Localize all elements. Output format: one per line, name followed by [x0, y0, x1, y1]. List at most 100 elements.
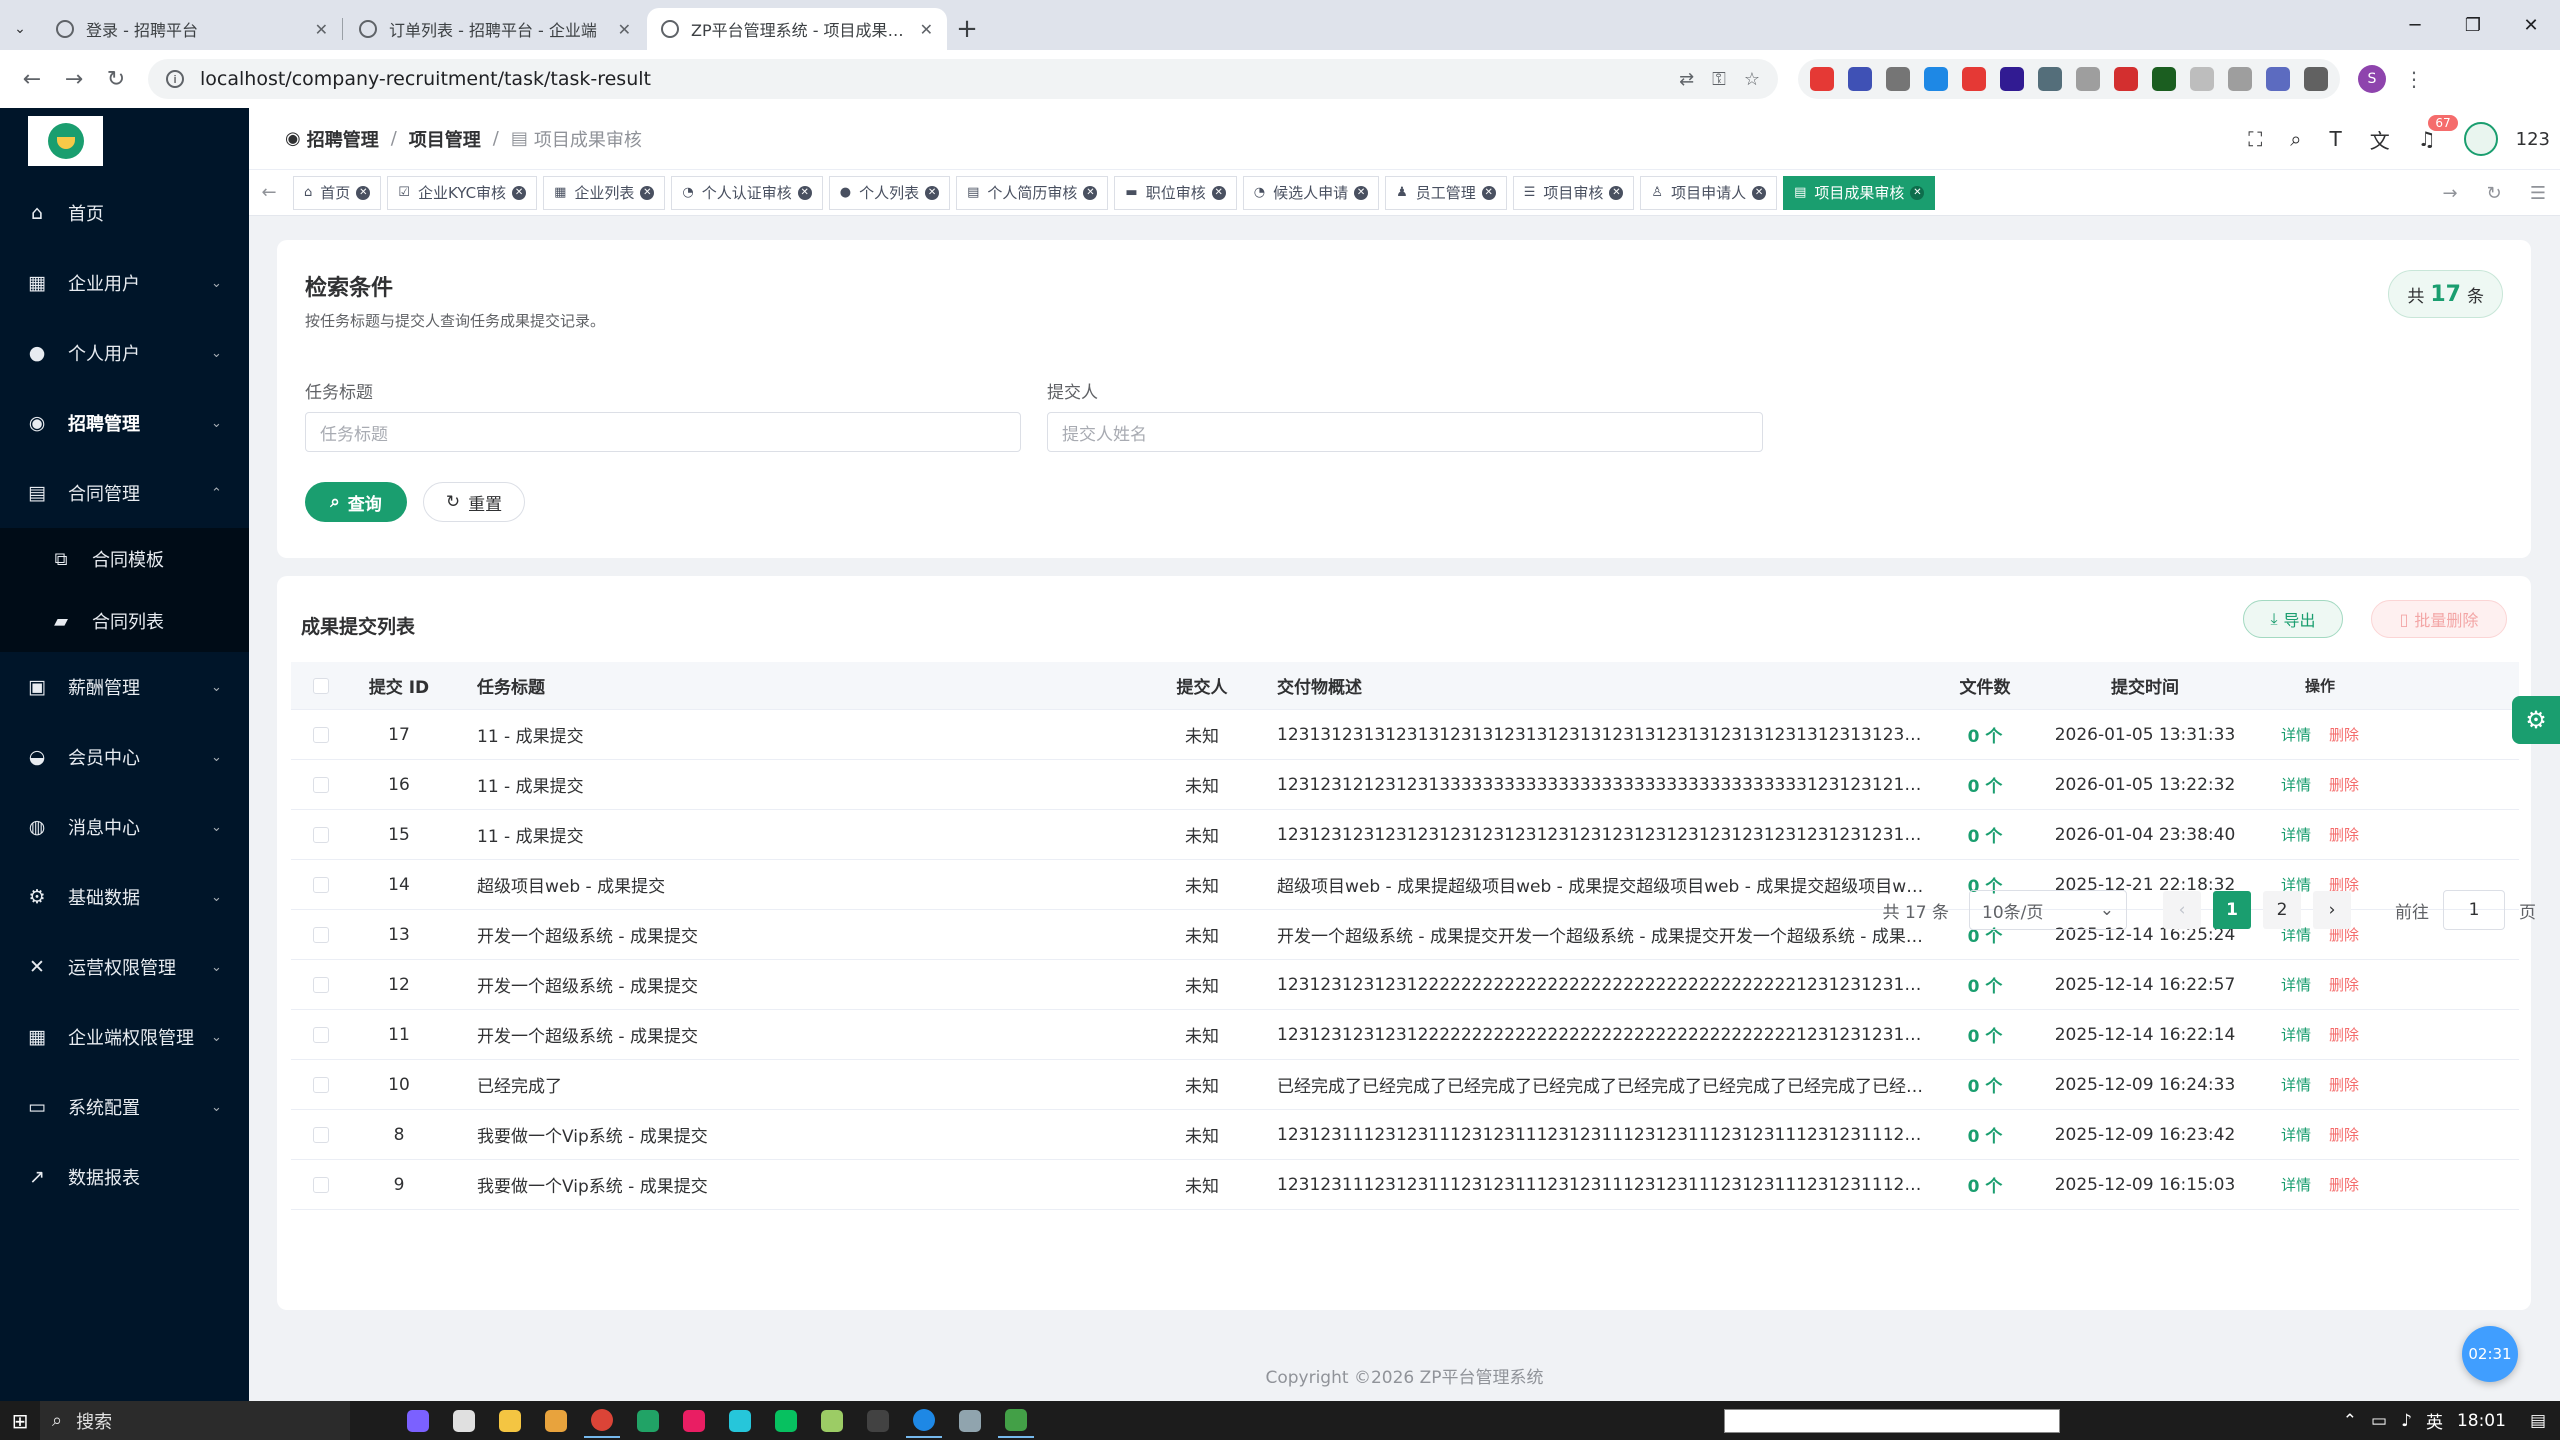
sidebar-item-3[interactable]: ⚙ 基础数据 ⌄: [0, 862, 249, 932]
delete-link[interactable]: 删除: [2329, 726, 2359, 744]
delete-link[interactable]: 删除: [2329, 976, 2359, 994]
detail-link[interactable]: 详情: [2281, 976, 2311, 994]
sidebar-item-6[interactable]: ▭ 系统配置 ⌄: [0, 1072, 249, 1142]
tag-1[interactable]: ☑ 企业KYC审核 ✕: [387, 175, 538, 210]
query-button[interactable]: ⌕ 查询: [305, 482, 407, 522]
camera-icon[interactable]: [2228, 67, 2252, 91]
submenu-item-1[interactable]: ▰ 合同列表: [0, 590, 249, 652]
extension-icon[interactable]: [2152, 67, 2176, 91]
extension-icon[interactable]: [2266, 67, 2290, 91]
translate-icon[interactable]: ⇄: [1679, 69, 1694, 90]
sidebar-item-5[interactable]: ▦ 企业端权限管理 ⌄: [0, 1002, 249, 1072]
page-button[interactable]: 2: [2263, 891, 2301, 929]
row-checkbox[interactable]: [313, 976, 329, 993]
taskbar-app-icon[interactable]: [630, 1403, 666, 1438]
close-icon[interactable]: ✕: [1354, 185, 1369, 200]
row-checkbox[interactable]: [313, 1126, 329, 1143]
close-icon[interactable]: ✕: [797, 185, 812, 200]
breadcrumb-item[interactable]: 项目管理: [409, 126, 481, 152]
close-icon[interactable]: ✕: [1211, 185, 1226, 200]
detail-link[interactable]: 详情: [2281, 1026, 2311, 1044]
file-explorer-icon[interactable]: [492, 1403, 528, 1438]
delete-link[interactable]: 删除: [2329, 1076, 2359, 1094]
sidebar-item-2[interactable]: ◍ 消息中心 ⌄: [0, 792, 249, 862]
taskbar-input-box[interactable]: [1724, 1409, 2060, 1433]
timer-fab[interactable]: 02:31: [2462, 1326, 2518, 1382]
extension-icon[interactable]: [2190, 67, 2214, 91]
row-checkbox[interactable]: [313, 926, 329, 943]
detail-link[interactable]: 详情: [2281, 1076, 2311, 1094]
settings-fab[interactable]: ⚙: [2512, 696, 2560, 744]
extension-icon[interactable]: [1810, 67, 1834, 91]
page-size-select[interactable]: 10条/页 ⌄: [1969, 890, 2127, 930]
taskbar-app-icon[interactable]: [676, 1403, 712, 1438]
close-icon[interactable]: ✕: [1910, 185, 1925, 200]
profile-avatar[interactable]: S: [2358, 65, 2386, 93]
taskbar-app-icon[interactable]: [446, 1403, 482, 1438]
puzzle-icon[interactable]: [2304, 67, 2328, 91]
close-icon[interactable]: ✕: [1609, 185, 1624, 200]
taskbar-search[interactable]: ⌕ 搜索: [40, 1401, 350, 1440]
minimize-icon[interactable]: ─: [2386, 0, 2444, 50]
detail-link[interactable]: 详情: [2281, 726, 2311, 744]
back-icon[interactable]: ←: [14, 61, 50, 97]
close-icon[interactable]: ✕: [920, 20, 933, 39]
tag-0[interactable]: ⌂ 首页 ✕: [293, 175, 382, 210]
taskbar-clock[interactable]: 18:01: [2457, 1411, 2506, 1431]
detail-link[interactable]: 详情: [2281, 1176, 2311, 1194]
browser-tab-orders[interactable]: 订单列表 - 招聘平台 - 企业端 ✕: [345, 8, 645, 50]
taskbar-app-icon[interactable]: [722, 1403, 758, 1438]
fullscreen-icon[interactable]: ⛶: [2248, 127, 2262, 151]
user-avatar[interactable]: [2463, 122, 2498, 156]
tag-11[interactable]: ▤ 项目成果审核 ✕: [1783, 175, 1936, 210]
page-button[interactable]: 1: [2213, 891, 2251, 929]
ime-indicator[interactable]: 英: [2426, 1408, 2443, 1433]
sidebar-item-0[interactable]: ▣ 薪酬管理 ⌄: [0, 652, 249, 722]
scroll-left-icon[interactable]: ←: [255, 182, 283, 203]
row-checkbox[interactable]: [313, 726, 329, 743]
close-icon[interactable]: ✕: [356, 185, 371, 200]
close-icon[interactable]: ✕: [1481, 185, 1496, 200]
close-icon[interactable]: ✕: [315, 20, 328, 39]
bell-icon[interactable]: ♫ 67: [2418, 115, 2458, 151]
extension-icon[interactable]: [1962, 67, 1986, 91]
close-icon[interactable]: ✕: [1752, 185, 1767, 200]
star-icon[interactable]: ☆: [1744, 69, 1760, 90]
delete-link[interactable]: 删除: [2329, 1176, 2359, 1194]
wechat-icon[interactable]: [768, 1403, 804, 1438]
close-icon[interactable]: ✕: [1083, 185, 1098, 200]
tab-search-button[interactable]: ⌄: [0, 8, 40, 50]
key-icon[interactable]: ⚿: [1712, 69, 1726, 90]
scroll-right-icon[interactable]: →: [2428, 183, 2472, 204]
taskbar-app-icon[interactable]: [538, 1403, 574, 1438]
windows-start-icon[interactable]: ⊞: [0, 1401, 40, 1440]
browser-tab-active[interactable]: ZP平台管理系统 - 项目成果审核 ✕: [647, 8, 947, 50]
username[interactable]: 123: [2516, 129, 2550, 150]
extension-icon[interactable]: [1848, 67, 1872, 91]
sidebar-item-4[interactable]: ▤ 合同管理 ⌃: [0, 458, 249, 528]
submenu-item-0[interactable]: ⧉ 合同模板: [0, 528, 249, 590]
taskbar-app-icon[interactable]: [814, 1403, 850, 1438]
taskbar-app-icon[interactable]: [998, 1403, 1034, 1438]
taskbar-app-icon[interactable]: [906, 1403, 942, 1438]
bulk-delete-button[interactable]: ▯ 批量删除: [2371, 600, 2507, 638]
row-checkbox[interactable]: [313, 1176, 329, 1193]
taskbar-app-icon[interactable]: [400, 1403, 436, 1438]
row-checkbox[interactable]: [313, 1076, 329, 1093]
tag-5[interactable]: ▤ 个人简历审核 ✕: [956, 175, 1109, 210]
sidebar-item-0[interactable]: ⌂ 首页: [0, 178, 249, 248]
reset-button[interactable]: ↻ 重置: [423, 482, 525, 522]
taskbar-app-icon[interactable]: [952, 1403, 988, 1438]
select-all-checkbox[interactable]: [313, 677, 329, 694]
browser-tab-login[interactable]: 登录 - 招聘平台 ✕: [42, 8, 342, 50]
sidebar-item-7[interactable]: ↗ 数据报表: [0, 1142, 249, 1212]
more-icon[interactable]: ⋮: [2404, 67, 2424, 91]
row-checkbox[interactable]: [313, 776, 329, 793]
pdf-extension-icon[interactable]: [2114, 67, 2138, 91]
extension-icon[interactable]: [1886, 67, 1910, 91]
forward-icon[interactable]: →: [56, 61, 92, 97]
detail-link[interactable]: 详情: [2281, 1126, 2311, 1144]
menu-icon[interactable]: ☰: [2516, 183, 2560, 204]
restore-icon[interactable]: ❐: [2444, 0, 2502, 50]
reload-icon[interactable]: ↻: [98, 61, 134, 97]
